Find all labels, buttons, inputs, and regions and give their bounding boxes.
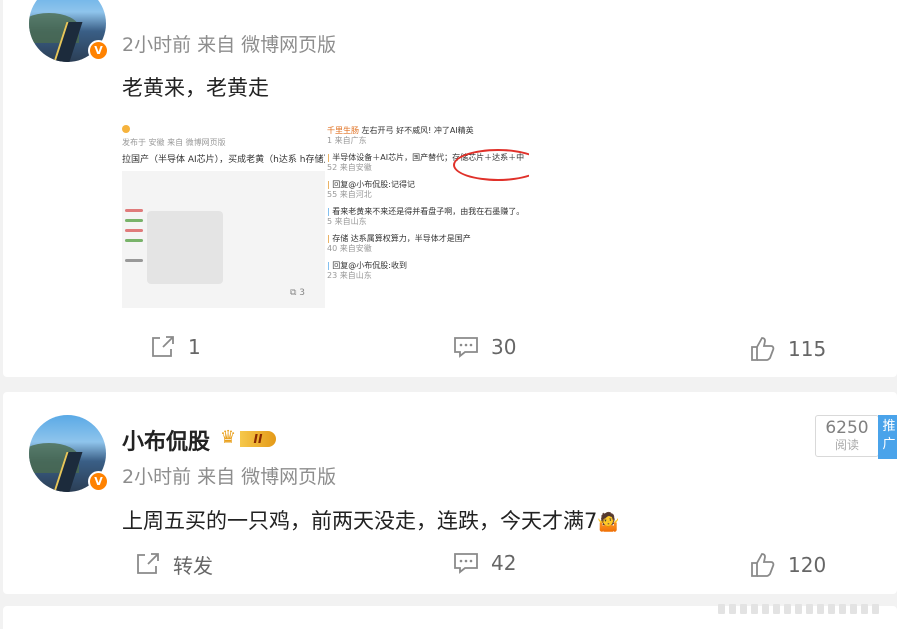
repost-button[interactable]: 1 [150, 332, 201, 362]
crown-icon: ♛ [220, 427, 237, 448]
repost-button[interactable]: 转发 [135, 549, 213, 579]
like-count: 120 [788, 553, 827, 577]
screenshot-comment: | 存储 达系属算权算力，半导体才是国产 [327, 234, 471, 243]
post-text: 上周五买的一只鸡，前两天没走，连跌，今天才满7🤷 [122, 509, 620, 533]
weibo-feed: { "posts": [ { "meta": "2小时前 来自 微博网页版", … [0, 0, 897, 629]
read-label: 阅读 [834, 438, 859, 452]
promote-tab[interactable]: 推广 [878, 415, 897, 459]
post-image-1[interactable]: 发布于 安徽 来自 微博网页版 拉国产（半导体 AI芯片），买成老黄（h达系 h… [122, 123, 325, 308]
repost-label: 转发 [173, 553, 213, 578]
user-name[interactable]: 小布侃股 [122, 424, 210, 456]
thumbs-up-icon [751, 337, 775, 361]
screenshot-comment: | 回复@小布侃股:收到 [327, 261, 407, 270]
screenshot-comment: | 回复@小布侃股:记得记 [327, 180, 415, 189]
vip-level: II [240, 431, 276, 447]
post-text: 老黄来，老黄走 [122, 76, 269, 100]
comment-count: 42 [491, 551, 517, 575]
comment-bubble-icon [454, 553, 478, 574]
image-caption: 发布于 安徽 来自 微博网页版 [122, 138, 226, 147]
share-out-icon [137, 553, 159, 574]
share-out-icon [152, 336, 174, 357]
thumbs-up-icon [751, 553, 775, 577]
read-count-box: 6250 阅读 [815, 415, 879, 457]
comment-button[interactable]: 42 [453, 548, 516, 578]
post-image-2[interactable]: 千里生肠 左右开弓 好不威风! 冲了AI精英 1 来自广东 | 半导体设备＋AI… [325, 123, 529, 308]
post-card: V 小布侃股 ♛ II 2小时前 来自 微博网页版 6250 阅读 推广 上周五… [3, 392, 897, 594]
like-button[interactable]: 115 [750, 334, 826, 364]
image-headline: 拉国产（半导体 AI芯片），买成老黄（h达系 h存储） [122, 155, 325, 165]
shrug-emoji-icon: 🤷 [597, 512, 620, 533]
loading-indicator [718, 604, 888, 614]
vip-badge[interactable]: ♛ II [220, 428, 278, 448]
like-count: 115 [788, 337, 827, 361]
comment-bubble-icon [454, 337, 478, 358]
post-meta: 2小时前 来自 微博网页版 [122, 34, 337, 56]
read-count: 6250 [825, 418, 869, 438]
post-meta: 2小时前 来自 微博网页版 [122, 466, 337, 488]
screenshot-comment: 千里生肠 左右开弓 好不威风! 冲了AI精英 [327, 126, 474, 135]
screenshot-comment: | 看来老黄来不来还是得并看盘子啊，由我在石墨赚了。 [327, 207, 525, 216]
post-card: V 2小时前 来自 微博网页版 老黄来，老黄走 发布于 安徽 来自 微博网页版 … [3, 0, 897, 377]
comment-button[interactable]: 30 [453, 332, 516, 362]
comment-count: 30 [491, 335, 517, 359]
image-count: ⧉ 3 [290, 288, 306, 298]
repost-count: 1 [188, 335, 201, 359]
verified-badge-icon: V [88, 471, 109, 492]
like-button[interactable]: 120 [750, 550, 826, 580]
verified-badge-icon: V [88, 40, 109, 61]
gallery-icon: ⧉ [290, 288, 300, 298]
